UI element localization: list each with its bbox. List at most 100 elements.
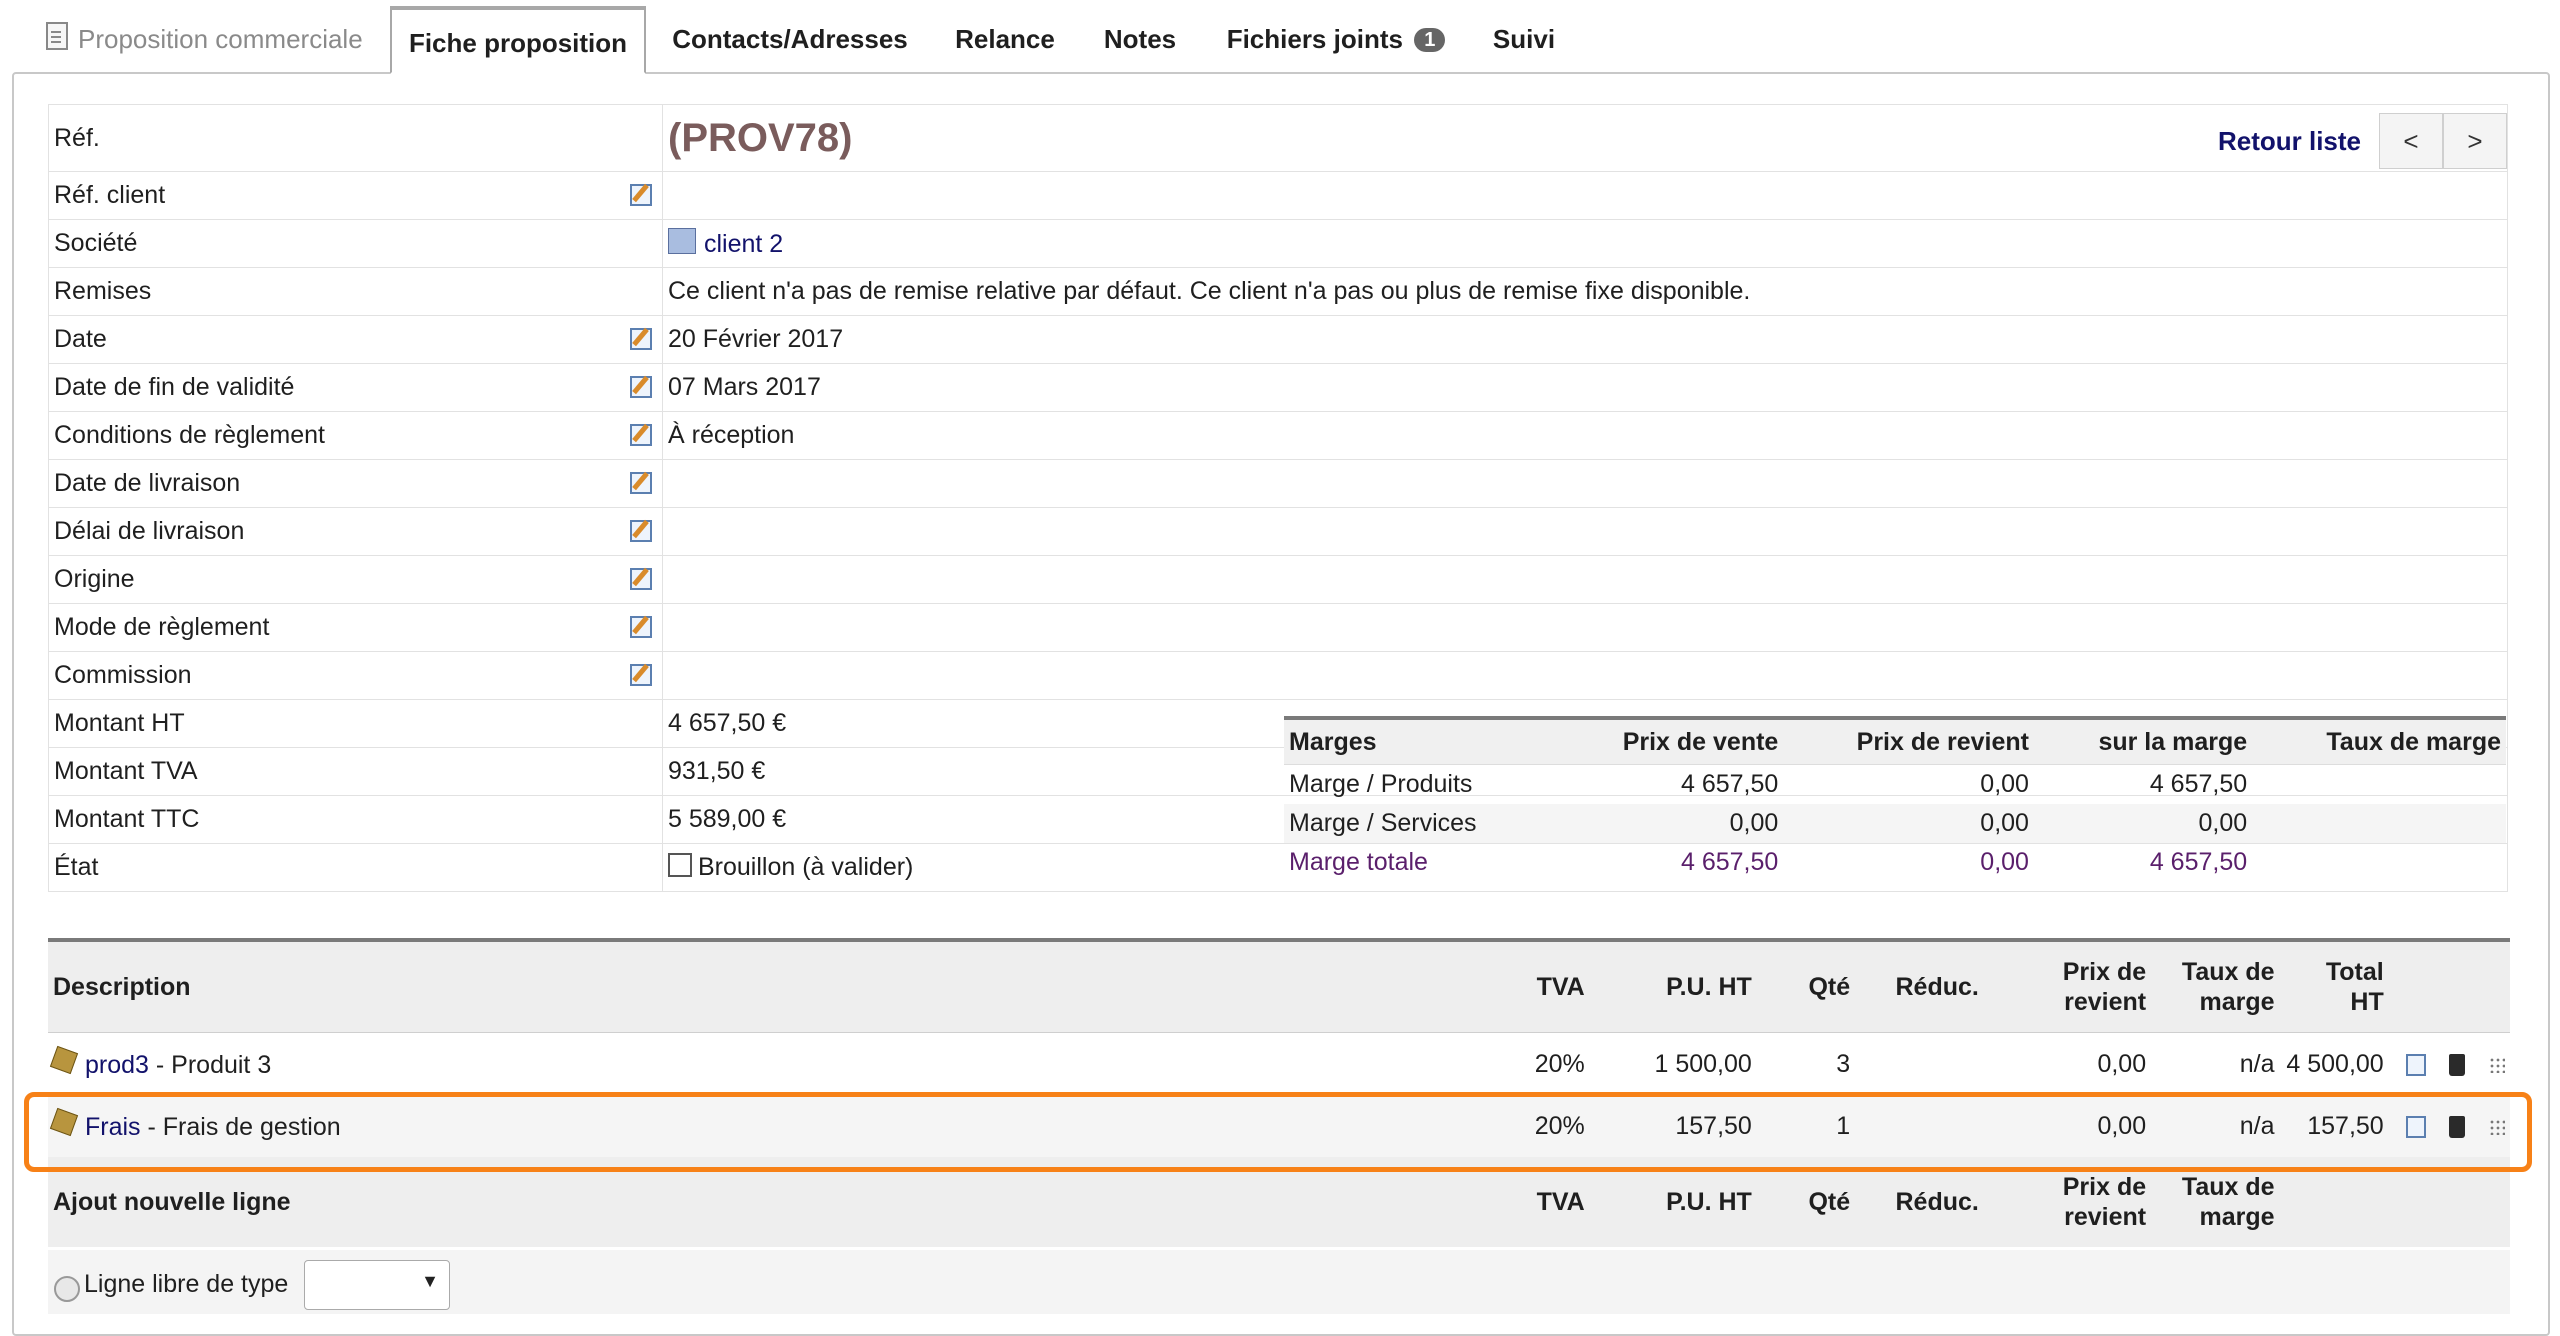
margin-cell: 4 657,50 (1681, 770, 1779, 798)
line-taux-marge: n/a (2151, 1095, 2280, 1157)
delai-livraison-value (662, 507, 2508, 556)
fin-validite-label: Date de fin de validité (54, 373, 295, 401)
margin-header: sur la marge (2033, 718, 2253, 765)
tab-relance[interactable]: Relance (944, 6, 1066, 72)
product-ref-link[interactable]: Frais (85, 1113, 141, 1141)
fin-validite-value: 07 Mars 2017 (662, 363, 2508, 412)
margin-row-services: Marge / Services 0,00 0,00 0,00 (1284, 804, 2506, 843)
product-ref-link[interactable]: prod3 (85, 1051, 149, 1079)
attachment-count-badge: 1 (1414, 28, 1446, 52)
line-qte: 1 (1756, 1095, 1856, 1157)
delete-line-icon[interactable] (2449, 1053, 2466, 1076)
col-qte: Qté (1756, 940, 1856, 1033)
commission-label: Commission (54, 661, 192, 689)
conditions-label: Conditions de règlement (54, 421, 325, 449)
tab-fichiers-joints[interactable]: Fichiers joints 1 (1216, 6, 1456, 72)
add-line-header: Ajout nouvelle ligne TVA P.U. HT Qté Réd… (48, 1157, 2510, 1247)
status-checkbox-icon (668, 853, 692, 877)
ref-value: (PROV78) (668, 115, 853, 160)
edit-mode-reglement-icon[interactable] (630, 616, 652, 638)
edit-delai-livraison-icon[interactable] (630, 520, 652, 542)
delete-line-icon[interactable] (2449, 1115, 2466, 1138)
line-pu: 1 500,00 (1589, 1032, 1757, 1095)
line-pu: 157,50 (1589, 1095, 1757, 1157)
line-reduc (1855, 1095, 1984, 1157)
edit-line-icon[interactable] (2405, 1115, 2426, 1138)
date-label: Date (54, 325, 107, 353)
line-taux-marge: n/a (2151, 1032, 2280, 1095)
montant-ttc-label: Montant TTC (48, 795, 663, 844)
free-line-label: Ligne libre de type (84, 1270, 289, 1298)
drag-handle-icon[interactable] (2489, 1056, 2505, 1073)
edit-conditions-icon[interactable] (630, 424, 652, 446)
edit-date-livraison-icon[interactable] (630, 472, 652, 494)
margin-row-produits: Marge / Produits 4 657,50 0,00 4 657,50 (1284, 765, 2506, 805)
edit-fin-validite-icon[interactable] (630, 376, 652, 398)
etat-value: Brouillon (à valider) (698, 853, 914, 881)
table-row: prod3 - Produit 3 20% 1 500,00 3 0,00 n/… (48, 1032, 2510, 1095)
date-livraison-label: Date de livraison (54, 469, 241, 497)
margin-cell: 0,00 (2033, 804, 2253, 843)
origine-value (662, 555, 2508, 604)
tab-suivi[interactable]: Suivi (1484, 6, 1564, 72)
remises-value: Ce client n'a pas de remise relative par… (662, 267, 2508, 316)
edit-origine-icon[interactable] (630, 568, 652, 590)
ref-client-value (662, 171, 2508, 220)
etat-label: État (48, 843, 663, 892)
free-line-radio[interactable] (54, 1276, 80, 1302)
add-col-taux-marge: Taux de marge (2151, 1157, 2280, 1247)
next-record-button[interactable]: > (2443, 113, 2507, 169)
tab-fiche-proposition[interactable]: Fiche proposition (390, 6, 646, 74)
tab-notes[interactable]: Notes (1094, 6, 1186, 72)
add-col-tva: TVA (1481, 1157, 1590, 1247)
record-nav: Retour liste < > (2218, 113, 2507, 169)
margin-cell: Marge / Services (1284, 804, 1556, 843)
ref-client-label: Réf. client (54, 181, 166, 209)
date-value: 20 Février 2017 (662, 315, 2508, 364)
table-row: Frais - Frais de gestion 20% 157,50 1 0,… (48, 1095, 2510, 1157)
societe-label: Société (48, 219, 663, 268)
add-col-qte: Qté (1756, 1157, 1856, 1247)
margin-cell: 4 657,50 (2149, 848, 2248, 876)
line-prix-revient: 0,00 (1983, 1095, 2152, 1157)
margin-cell: 0,00 (1980, 848, 2029, 876)
line-tva: 20% (1481, 1032, 1590, 1095)
line-tva: 20% (1481, 1095, 1590, 1157)
margin-header: Taux de marge (2252, 718, 2506, 765)
edit-ref-client-icon[interactable] (630, 184, 652, 206)
margin-cell: 4 657,50 (1681, 848, 1779, 876)
mode-reglement-value (662, 603, 2508, 652)
col-description: Description (48, 940, 1482, 1033)
prev-record-button[interactable]: < (2379, 113, 2443, 169)
montant-ht-label: Montant HT (48, 699, 663, 748)
edit-commission-icon[interactable] (630, 664, 652, 686)
product-icon (49, 1107, 79, 1136)
col-pu-ht: P.U. HT (1589, 940, 1757, 1033)
margin-cell (2252, 804, 2506, 843)
edit-line-icon[interactable] (2405, 1053, 2426, 1076)
line-type-select[interactable] (304, 1260, 450, 1310)
tab-bar: Proposition commerciale Fiche propositio… (0, 0, 2560, 74)
margin-cell: 4 657,50 (2149, 770, 2248, 798)
tab-proposition-commerciale[interactable]: Proposition commerciale (46, 6, 376, 72)
company-link[interactable]: client 2 (704, 230, 783, 258)
montant-tva-label: Montant TVA (48, 747, 663, 796)
mode-reglement-label: Mode de règlement (54, 613, 270, 641)
lines-table: Description TVA P.U. HT Qté Réduc. Prix … (48, 938, 2510, 1247)
margin-cell (2252, 843, 2506, 882)
tab-contacts-adresses[interactable]: Contacts/Adresses (664, 6, 916, 72)
margin-row-total: Marge totale 4 657,50 0,00 4 657,50 (1284, 843, 2506, 882)
col-tva: TVA (1481, 940, 1590, 1033)
margin-table: Marges Prix de vente Prix de revient sur… (1284, 716, 2506, 882)
ref-label: Réf. (48, 104, 663, 172)
add-col-prix-revient: Prix de revient (1983, 1157, 2152, 1247)
margin-cell: Marge / Produits (1289, 770, 1473, 798)
drag-handle-icon[interactable] (2489, 1118, 2505, 1135)
edit-date-icon[interactable] (630, 328, 652, 350)
delai-livraison-label: Délai de livraison (54, 517, 245, 545)
margin-cell: 0,00 (1555, 804, 1784, 843)
back-to-list-link[interactable]: Retour liste (2218, 126, 2361, 157)
document-icon (46, 22, 68, 50)
date-livraison-value (662, 459, 2508, 508)
line-qte: 3 (1756, 1032, 1856, 1095)
